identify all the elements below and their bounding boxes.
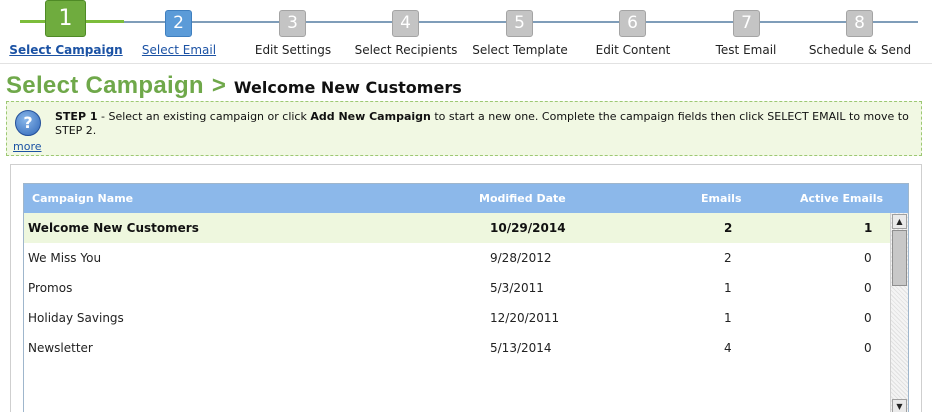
step-1-box[interactable]: 1: [45, 0, 86, 37]
step-2-box[interactable]: 2: [165, 10, 192, 37]
cell-emails: 2: [724, 221, 733, 235]
step-1-label[interactable]: Select Campaign: [1, 43, 131, 57]
cell-campaign-name: Promos: [28, 281, 73, 295]
step-5-label: Select Template: [472, 43, 568, 57]
cell-campaign-name: We Miss You: [28, 251, 102, 265]
help-text: STEP 1 - Select an existing campaign or …: [55, 110, 915, 138]
step-8-label: Schedule & Send: [808, 43, 912, 57]
scroll-down-arrow-icon[interactable]: ▼: [892, 399, 907, 412]
scrollbar-thumb[interactable]: [892, 230, 907, 286]
grid-rows: Welcome New Customers 10/29/2014 2 1 We …: [24, 213, 890, 412]
cell-active-emails: 0: [864, 281, 872, 295]
cell-modified-date: 9/28/2012: [490, 251, 552, 265]
cell-active-emails: 0: [864, 251, 872, 265]
step-4-label: Select Recipients: [354, 43, 458, 57]
step-7-box: 7: [733, 10, 760, 37]
column-header-modified-date[interactable]: Modified Date: [479, 192, 566, 205]
help-text-part-1: - Select an existing campaign or click: [97, 110, 311, 123]
cell-active-emails: 1: [864, 221, 873, 235]
table-row[interactable]: Newsletter 5/13/2014 4 0: [24, 333, 890, 363]
table-row[interactable]: We Miss You 9/28/2012 2 0: [24, 243, 890, 273]
page-title: Select Campaign: [6, 72, 204, 99]
cell-campaign-name: Welcome New Customers: [28, 221, 199, 235]
help-add-new-campaign: Add New Campaign: [310, 110, 431, 123]
title-separator: >: [211, 72, 226, 99]
step-5-box: 5: [506, 10, 533, 37]
grid-header: Campaign Name Modified Date Emails Activ…: [24, 184, 908, 213]
column-header-campaign-name[interactable]: Campaign Name: [32, 192, 133, 205]
step-4-box: 4: [392, 10, 419, 37]
cell-modified-date: 5/3/2011: [490, 281, 544, 295]
more-link[interactable]: more: [13, 140, 42, 153]
table-row[interactable]: Holiday Savings 12/20/2011 1 0: [24, 303, 890, 333]
help-step-label: STEP 1: [55, 110, 98, 123]
step-6-box: 6: [619, 10, 646, 37]
table-row[interactable]: Promos 5/3/2011 1 0: [24, 273, 890, 303]
cell-active-emails: 0: [864, 311, 872, 325]
wizard-steps: 1 Select Campaign 2 Select Email 3 Edit …: [0, 0, 932, 64]
campaign-grid-panel: Campaign Name Modified Date Emails Activ…: [10, 164, 922, 412]
cell-campaign-name: Holiday Savings: [28, 311, 124, 325]
cell-emails: 1: [724, 281, 732, 295]
step-3-label: Edit Settings: [254, 43, 332, 57]
cell-modified-date: 12/20/2011: [490, 311, 560, 325]
cell-emails: 1: [724, 311, 732, 325]
title-row: Select Campaign > Welcome New Customers: [6, 72, 462, 100]
cell-campaign-name: Newsletter: [28, 341, 93, 355]
question-mark-icon: ?: [15, 110, 41, 136]
cell-active-emails: 0: [864, 341, 872, 355]
campaign-grid: Campaign Name Modified Date Emails Activ…: [23, 183, 909, 412]
help-box: ? STEP 1 - Select an existing campaign o…: [6, 101, 922, 156]
step-6-label: Edit Content: [595, 43, 671, 57]
table-row-selected[interactable]: Welcome New Customers 10/29/2014 2 1: [24, 213, 890, 243]
vertical-scrollbar[interactable]: ▲ ▼: [890, 213, 908, 412]
step-7-label: Test Email: [715, 43, 777, 57]
cell-modified-date: 5/13/2014: [490, 341, 552, 355]
cell-modified-date: 10/29/2014: [490, 221, 566, 235]
cell-emails: 2: [724, 251, 732, 265]
cell-emails: 4: [724, 341, 732, 355]
scroll-up-arrow-icon[interactable]: ▲: [892, 214, 907, 229]
step-3-box: 3: [279, 10, 306, 37]
column-header-active-emails[interactable]: Active Emails: [800, 192, 883, 205]
step-8-box: 8: [846, 10, 873, 37]
column-header-emails[interactable]: Emails: [701, 192, 742, 205]
current-campaign-name: Welcome New Customers: [233, 78, 462, 97]
step-2-label[interactable]: Select Email: [114, 43, 244, 57]
